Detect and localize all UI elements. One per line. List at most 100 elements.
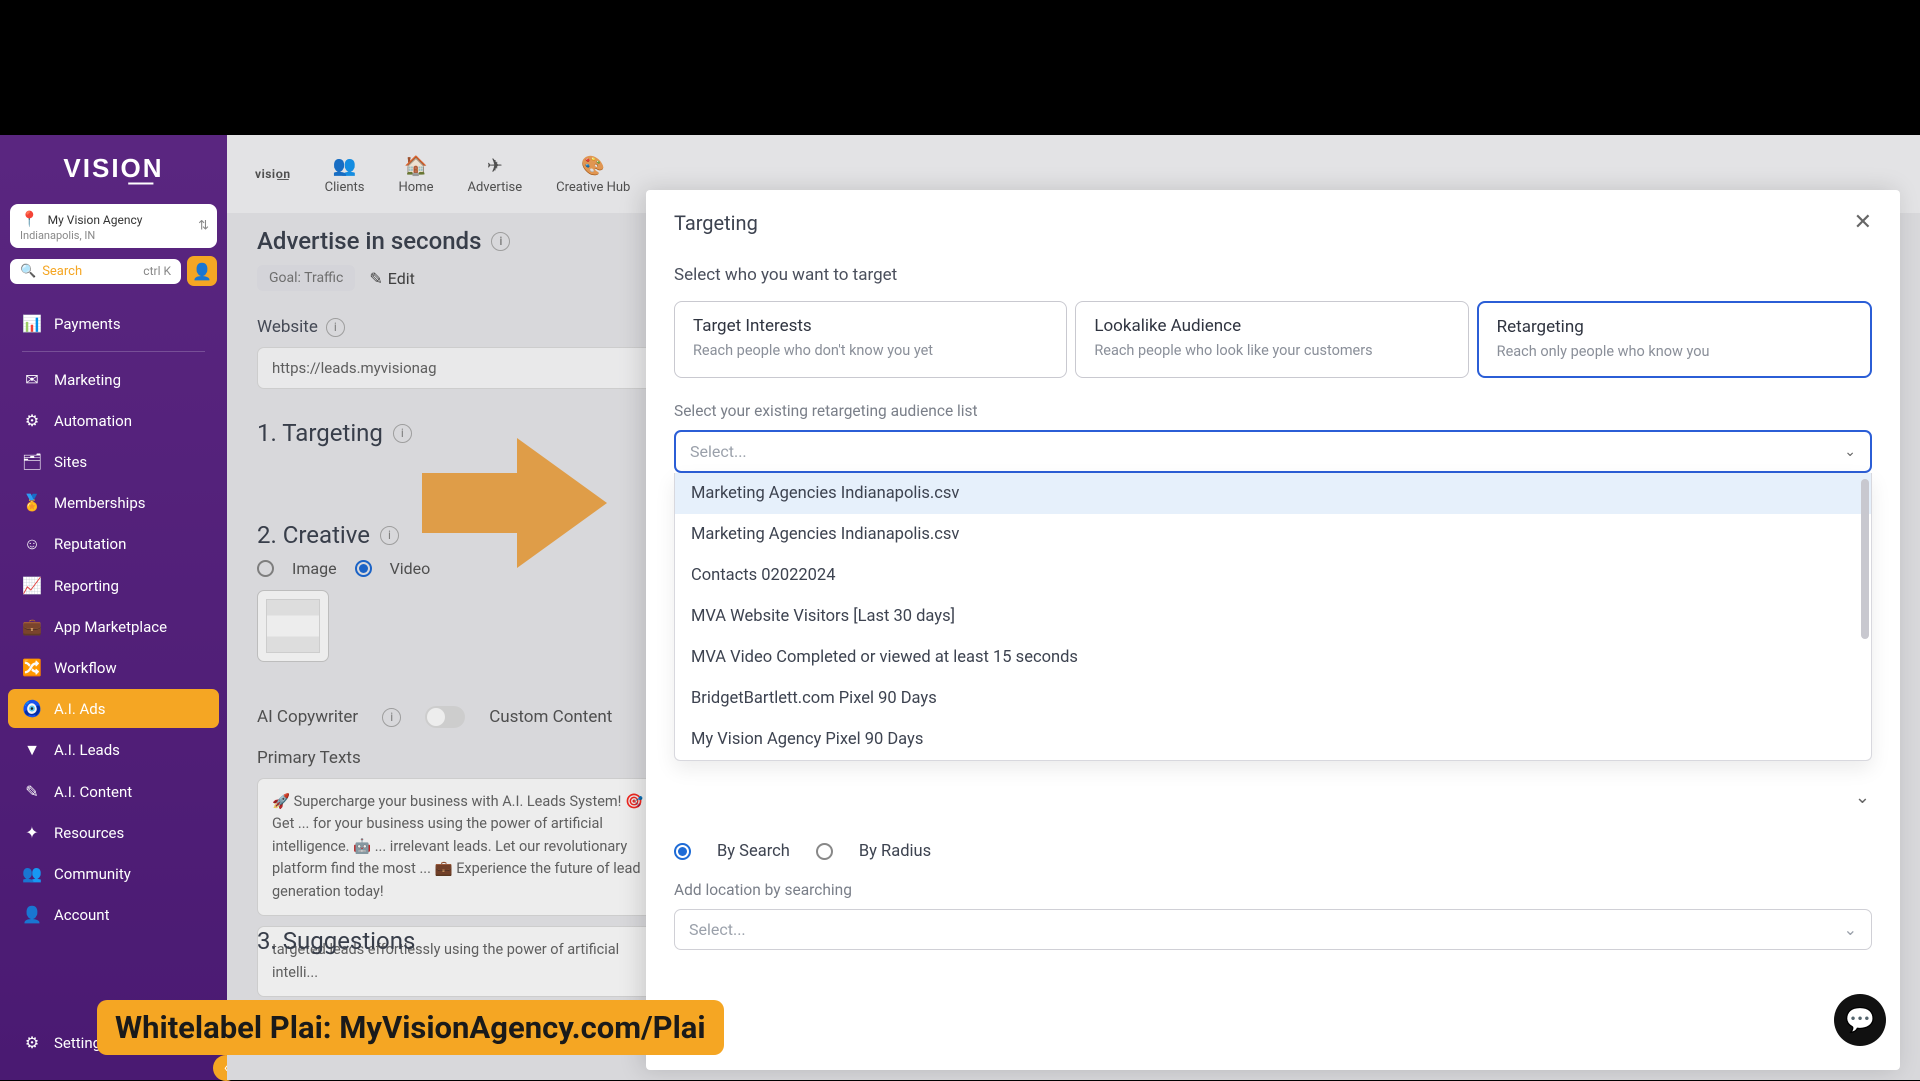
dropdown-option[interactable]: My Vision Agency Pixel 90 Days — [675, 719, 1871, 760]
search-shortcut: ctrl K — [143, 264, 171, 278]
nav-payments[interactable]: 📊Payments — [8, 304, 219, 343]
reporting-icon: 📈 — [22, 576, 42, 595]
card-desc: Reach people who don't know you yet — [693, 342, 1048, 359]
topnav-clients[interactable]: 👥Clients — [325, 154, 365, 195]
nav-resources[interactable]: ✦Resources — [8, 813, 219, 852]
nav-sites[interactable]: 🗂 Sites — [8, 442, 219, 481]
dropdown-option[interactable]: MVA Website Visitors [Last 30 days] — [675, 596, 1871, 637]
topnav-label: Clients — [325, 180, 365, 195]
gear-icon: ⚙ — [22, 1033, 42, 1052]
topnav-label: Home — [398, 180, 433, 195]
nav-community[interactable]: 👥Community — [8, 854, 219, 893]
goal-chip: Goal: Traffic — [257, 265, 355, 291]
main: visio͟n 👥Clients 🏠Home ✈Advertise 🎨Creat… — [227, 135, 1920, 1080]
topnav-label: Advertise — [467, 180, 522, 195]
nav-reputation[interactable]: ☺Reputation — [8, 524, 219, 564]
whitelabel-banner: Whitelabel Plai: MyVisionAgency.com/Plai — [97, 1000, 724, 1055]
chevron-down-icon: ⌄ — [1844, 920, 1857, 939]
nav-marketing[interactable]: ✉Marketing — [8, 360, 219, 399]
nav-label: A.I. Ads — [54, 700, 105, 718]
location-select[interactable]: Select... ⌄ — [674, 909, 1872, 950]
nav-ai-leads[interactable]: ▼ A.I. Leads — [8, 730, 219, 770]
radio-label: Image — [292, 559, 337, 578]
nav-workflow[interactable]: 🔀Workflow — [8, 648, 219, 687]
palette-icon: 🎨 — [581, 154, 605, 177]
help-fab[interactable]: 💬 — [1834, 994, 1886, 1046]
collapsed-section[interactable]: ⌄ — [674, 779, 1872, 816]
nav-ai-ads[interactable]: 🧿 A.I. Ads — [8, 689, 219, 728]
info-icon[interactable]: i — [393, 424, 412, 443]
ads-icon: 🧿 — [22, 699, 42, 718]
nav-label: A.I. Leads — [54, 741, 120, 759]
info-icon[interactable]: i — [491, 232, 510, 251]
workflow-icon: 🔀 — [22, 658, 42, 677]
radio-label: By Search — [717, 842, 790, 861]
nav-ai-content[interactable]: ✎A.I. Content — [8, 772, 219, 811]
nav-automation[interactable]: ⚙Automation — [8, 401, 219, 440]
dropdown-option[interactable]: MVA Video Completed or viewed at least 1… — [675, 637, 1871, 678]
card-desc: Reach people who look like your customer… — [1094, 342, 1449, 359]
card-target-interests[interactable]: Target Interests Reach people who don't … — [674, 301, 1067, 378]
location-label: Add location by searching — [674, 881, 1872, 899]
topnav-home[interactable]: 🏠Home — [398, 154, 433, 195]
edit-goal-button[interactable]: ✎Edit — [369, 269, 415, 288]
nav-app-marketplace[interactable]: 💼App Marketplace — [8, 607, 219, 646]
plane-icon: ✈ — [487, 154, 503, 177]
nav-label: Sites — [54, 453, 87, 471]
topnav-label: Creative Hub — [556, 180, 630, 195]
chevron-down-icon: ⌄ — [1844, 444, 1856, 460]
nav-memberships[interactable]: 🏅 Memberships — [8, 483, 219, 522]
topnav-advertise[interactable]: ✈ Advertise — [467, 154, 522, 195]
nav-reporting[interactable]: 📈Reporting — [8, 566, 219, 605]
nav-divider — [22, 351, 205, 352]
primary-text-1[interactable]: 🚀 Supercharge your business with A.I. Le… — [257, 778, 677, 916]
nav-account[interactable]: 👤Account — [8, 895, 219, 934]
nav-label: A.I. Content — [54, 783, 132, 801]
topnav-creative-hub[interactable]: 🎨 Creative Hub — [556, 154, 630, 195]
radio-by-radius[interactable] — [816, 843, 833, 860]
radio-image[interactable] — [257, 560, 274, 577]
funnel-icon: ▼ — [22, 740, 42, 760]
dropdown-option[interactable]: Contacts 02022024 — [675, 555, 1871, 596]
chevron-updown-icon: ⇅ — [198, 219, 209, 234]
targeting-modal: Targeting ✕ Select who you want to targe… — [646, 190, 1900, 1070]
dropdown-option[interactable]: Marketing Agencies Indianapolis.csv — [675, 473, 1871, 514]
info-icon[interactable]: i — [380, 526, 399, 545]
chevron-down-icon: ⌄ — [1855, 787, 1870, 808]
nav-label: Community — [54, 865, 131, 883]
agency-name: My Vision Agency — [48, 213, 143, 227]
user-button[interactable]: 👤 — [187, 256, 217, 286]
close-icon[interactable]: ✕ — [1854, 210, 1872, 235]
resources-icon: ✦ — [22, 823, 42, 842]
dropdown-option[interactable]: BridgetBartlett.com Pixel 90 Days — [675, 678, 1871, 719]
select-placeholder: Select... — [690, 442, 747, 461]
audience-select[interactable]: Select... ⌄ — [674, 430, 1872, 473]
custom-content-label: Custom Content — [489, 707, 612, 727]
mail-icon: ✉ — [22, 370, 42, 389]
radio-label: By Radius — [859, 842, 931, 861]
info-icon[interactable]: i — [326, 318, 345, 337]
website-input[interactable]: https://leads.myvisionag — [257, 347, 677, 389]
card-retargeting[interactable]: Retargeting Reach only people who know y… — [1477, 301, 1872, 378]
nav: 📊Payments ✉Marketing ⚙Automation 🗂Sites … — [8, 302, 219, 1021]
custom-content-toggle[interactable] — [425, 706, 465, 728]
nav-label: Memberships — [54, 494, 145, 512]
info-icon[interactable]: i — [382, 708, 401, 727]
scrollbar[interactable] — [1861, 479, 1869, 639]
radio-video[interactable] — [355, 560, 372, 577]
ai-copywriter-label: AI Copywriter — [257, 707, 358, 727]
membership-icon: 🏅 — [22, 493, 42, 512]
select-placeholder: Select... — [689, 920, 746, 939]
payments-icon: 📊 — [22, 314, 42, 333]
dropdown-option[interactable]: Marketing Agencies Indianapolis.csv — [675, 514, 1871, 555]
creative-thumbnail[interactable] — [257, 590, 329, 662]
card-lookalike[interactable]: Lookalike Audience Reach people who look… — [1075, 301, 1468, 378]
search-input[interactable]: 🔍 Search ctrl K — [10, 259, 181, 284]
agency-switcher[interactable]: 📍 My Vision Agency Indianapolis, IN ⇅ — [10, 204, 217, 248]
modal-instruction: Select who you want to target — [674, 265, 1872, 285]
sites-icon: 🗂 — [22, 452, 42, 471]
card-title: Target Interests — [693, 316, 1048, 336]
radio-by-search[interactable] — [674, 843, 691, 860]
nav-label: Reputation — [54, 535, 126, 553]
pencil-icon: ✎ — [369, 269, 382, 288]
